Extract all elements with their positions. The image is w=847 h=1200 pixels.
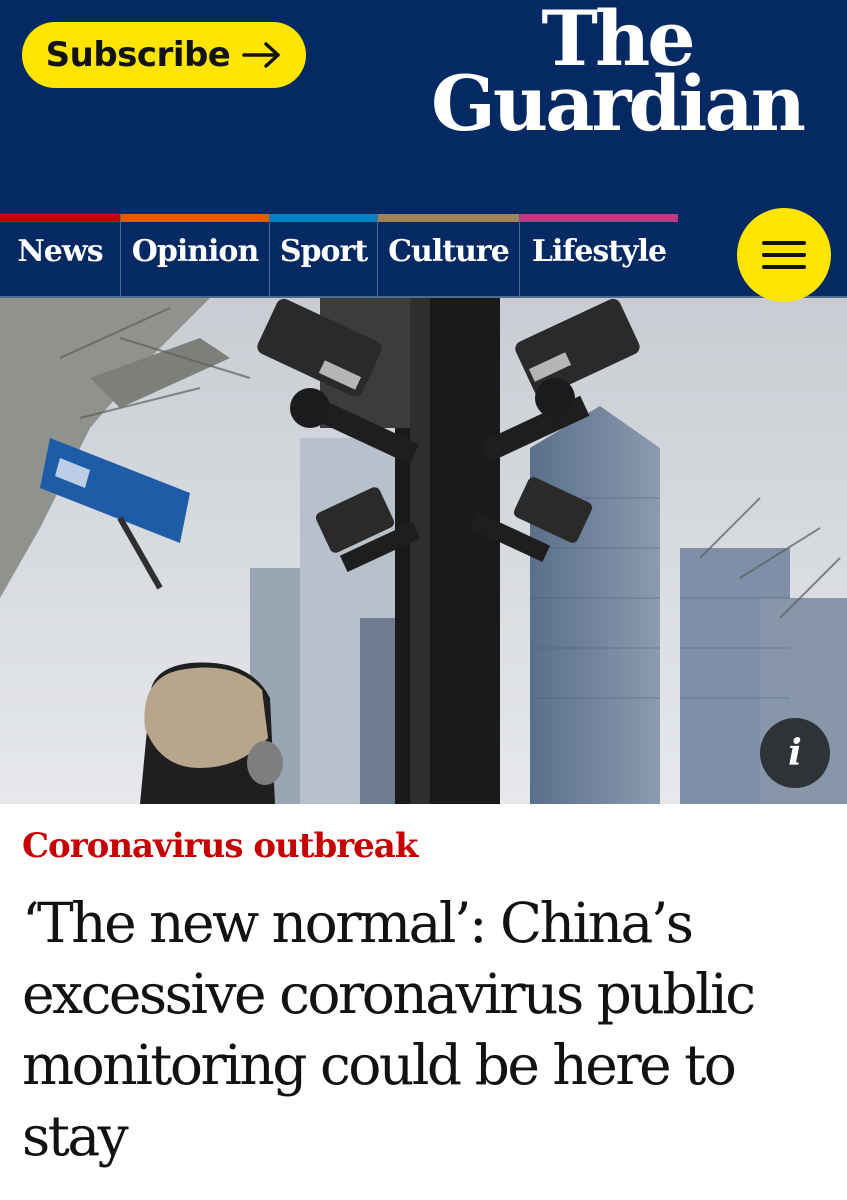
nav-lifestyle-label: Lifestyle: [531, 234, 667, 269]
info-icon-glyph: i: [788, 732, 802, 774]
article-headline: ‘The new normal’: China’s excessive coro…: [22, 891, 756, 1168]
nav-culture-bar: [378, 214, 519, 222]
arrow-right-icon: [242, 42, 281, 68]
nav-item-opinion[interactable]: Opinion: [121, 214, 270, 296]
masthead: Subscribe The Guardian: [0, 0, 847, 214]
hamburger-icon: [762, 241, 806, 245]
nav-item-culture[interactable]: Culture: [378, 214, 520, 296]
subscribe-label: Subscribe: [45, 35, 231, 75]
guardian-logo[interactable]: The Guardian: [431, 0, 806, 149]
nav-sport-bar: [270, 214, 377, 222]
nav-culture-label: Culture: [388, 234, 510, 269]
nav-item-lifestyle[interactable]: Lifestyle: [520, 214, 678, 296]
nav-opinion-bar: [121, 214, 269, 222]
nav-item-news[interactable]: News: [0, 214, 121, 296]
hamburger-icon-line: [762, 253, 806, 257]
logo-line-2: Guardian: [431, 59, 806, 149]
hero-image: [0, 298, 847, 804]
nav-news-bar: [0, 214, 120, 222]
nav-opinion-label: Opinion: [131, 234, 260, 269]
info-icon[interactable]: i: [760, 718, 830, 788]
subscribe-button[interactable]: Subscribe: [22, 22, 306, 88]
section-kicker[interactable]: Coronavirus outbreak: [22, 826, 418, 866]
surveillance-photo: [0, 298, 847, 804]
pillar-nav: News Opinion Sport Culture Lifestyle: [0, 214, 847, 298]
nav-lifestyle-bar: [520, 214, 678, 222]
nav-sport-label: Sport: [279, 234, 368, 269]
nav-item-sport[interactable]: Sport: [270, 214, 378, 296]
hamburger-icon-line: [762, 265, 806, 269]
menu-button[interactable]: [737, 208, 831, 302]
nav-news-label: News: [17, 234, 103, 269]
